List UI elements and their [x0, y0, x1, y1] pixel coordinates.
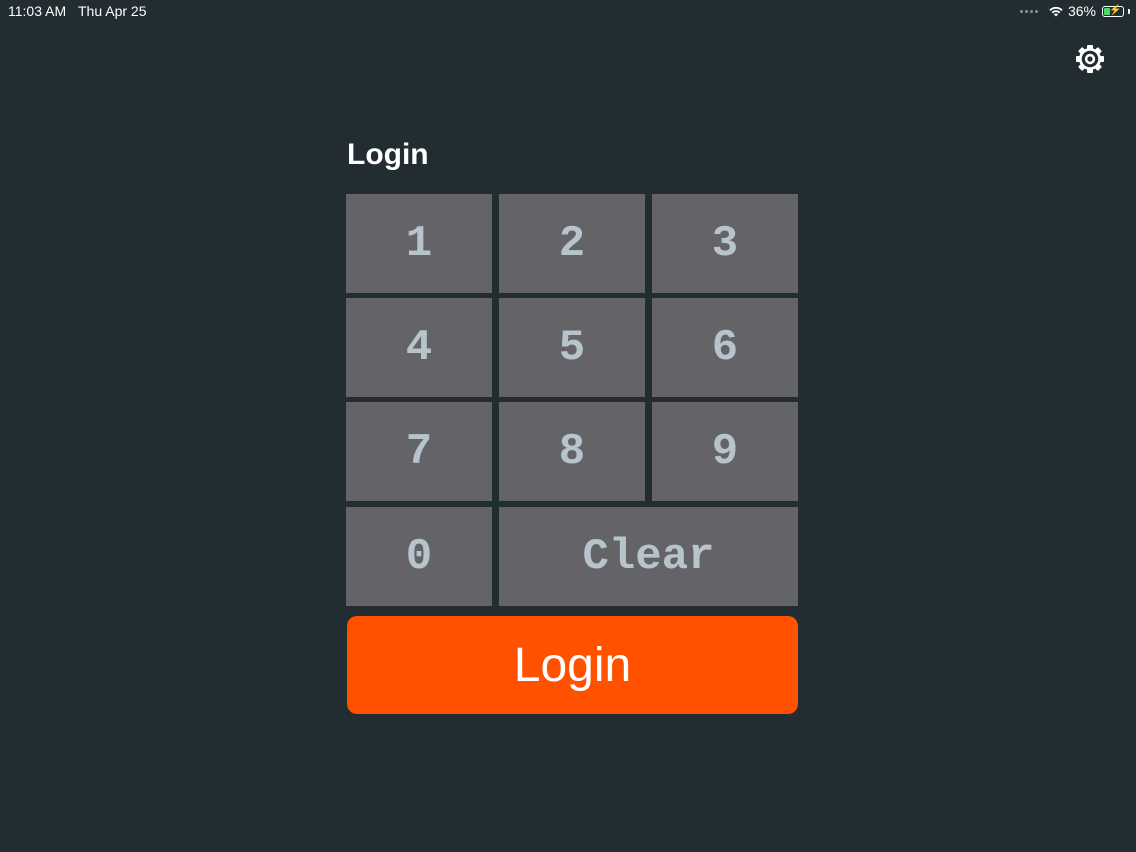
gear-icon: [1076, 45, 1104, 73]
status-indicators: 36% ⚡: [1019, 3, 1130, 19]
page-title: Login: [347, 138, 429, 171]
key-0[interactable]: 0: [346, 507, 492, 606]
key-5[interactable]: 5: [499, 298, 645, 397]
key-8[interactable]: 8: [499, 402, 645, 501]
key-6[interactable]: 6: [652, 298, 798, 397]
clear-button[interactable]: Clear: [499, 507, 798, 606]
status-time: 11:03 AM: [8, 3, 67, 19]
key-9[interactable]: 9: [652, 402, 798, 501]
key-4[interactable]: 4: [346, 298, 492, 397]
key-3[interactable]: 3: [652, 194, 798, 293]
login-button[interactable]: Login: [347, 616, 798, 714]
key-7[interactable]: 7: [346, 402, 492, 501]
battery-icon: ⚡: [1102, 5, 1124, 17]
status-date: Thu Apr 25: [78, 3, 147, 19]
key-1[interactable]: 1: [346, 194, 492, 293]
battery-percent: 36%: [1067, 3, 1096, 19]
numeric-keypad: 1 2 3 4 5 6 7 8 9 0 Clear: [346, 194, 798, 606]
cellular-signal-icon: [1019, 9, 1038, 13]
login-screen: 11:03 AM Thu Apr 25 36% ⚡ Login 1 2 3 4 …: [0, 0, 1136, 852]
key-2[interactable]: 2: [499, 194, 645, 293]
battery-nub: [1128, 8, 1130, 14]
wifi-icon: [1049, 6, 1063, 17]
settings-button[interactable]: [1073, 42, 1107, 76]
